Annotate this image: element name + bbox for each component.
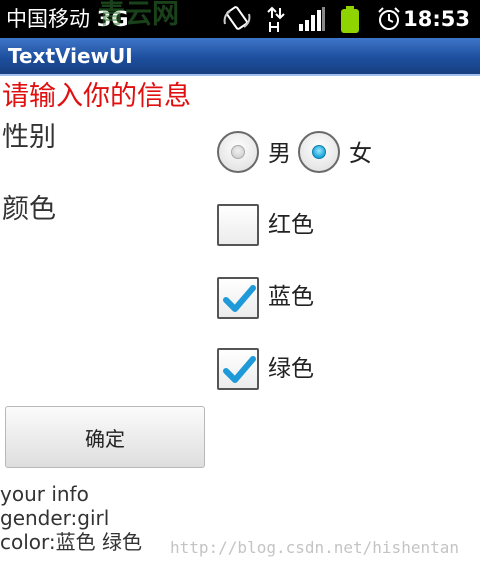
result-line: your info (0, 482, 89, 506)
color-label: 颜色 (2, 194, 56, 225)
radio-dot-selected (312, 145, 326, 159)
radio-female-label[interactable]: 女 (349, 140, 372, 168)
radio-male[interactable] (217, 131, 259, 173)
checkmark-icon (223, 356, 256, 383)
checkbox-blue-label[interactable]: 蓝色 (268, 283, 314, 311)
alarm-icon (376, 6, 402, 36)
gender-label: 性别 (2, 122, 56, 153)
checkbox-blue[interactable] (217, 277, 259, 319)
checkbox-red-label[interactable]: 红色 (268, 211, 314, 239)
checkmark-icon (223, 285, 256, 312)
form-prompt: 请输入你的信息 (2, 81, 191, 112)
radio-female[interactable] (298, 131, 340, 173)
checkbox-red[interactable] (217, 204, 259, 246)
status-bar: 中国移动 3G 青云网 18:53 (0, 0, 480, 38)
checkbox-green-label[interactable]: 绿色 (268, 355, 314, 383)
result-color: color:蓝色 绿色 (0, 530, 142, 554)
battery-icon (340, 6, 360, 38)
data-transfer-icon (266, 6, 286, 38)
rotate-icon (222, 6, 252, 36)
radio-male-label[interactable]: 男 (268, 140, 291, 168)
url-watermark: http://blog.csdn.net/hishentan (170, 538, 459, 557)
clock: 18:53 (403, 7, 470, 31)
radio-dot (231, 145, 245, 159)
signal-icon (298, 6, 326, 36)
app-title: TextViewUI (8, 44, 133, 68)
carrier-label: 中国移动 (6, 7, 90, 31)
app-title-bar: TextViewUI (0, 38, 480, 76)
result-gender: gender:girl (0, 506, 110, 530)
confirm-button[interactable]: 确定 (5, 406, 205, 468)
checkbox-green[interactable] (217, 348, 259, 390)
watermark-logo: 青云网 (98, 0, 179, 30)
